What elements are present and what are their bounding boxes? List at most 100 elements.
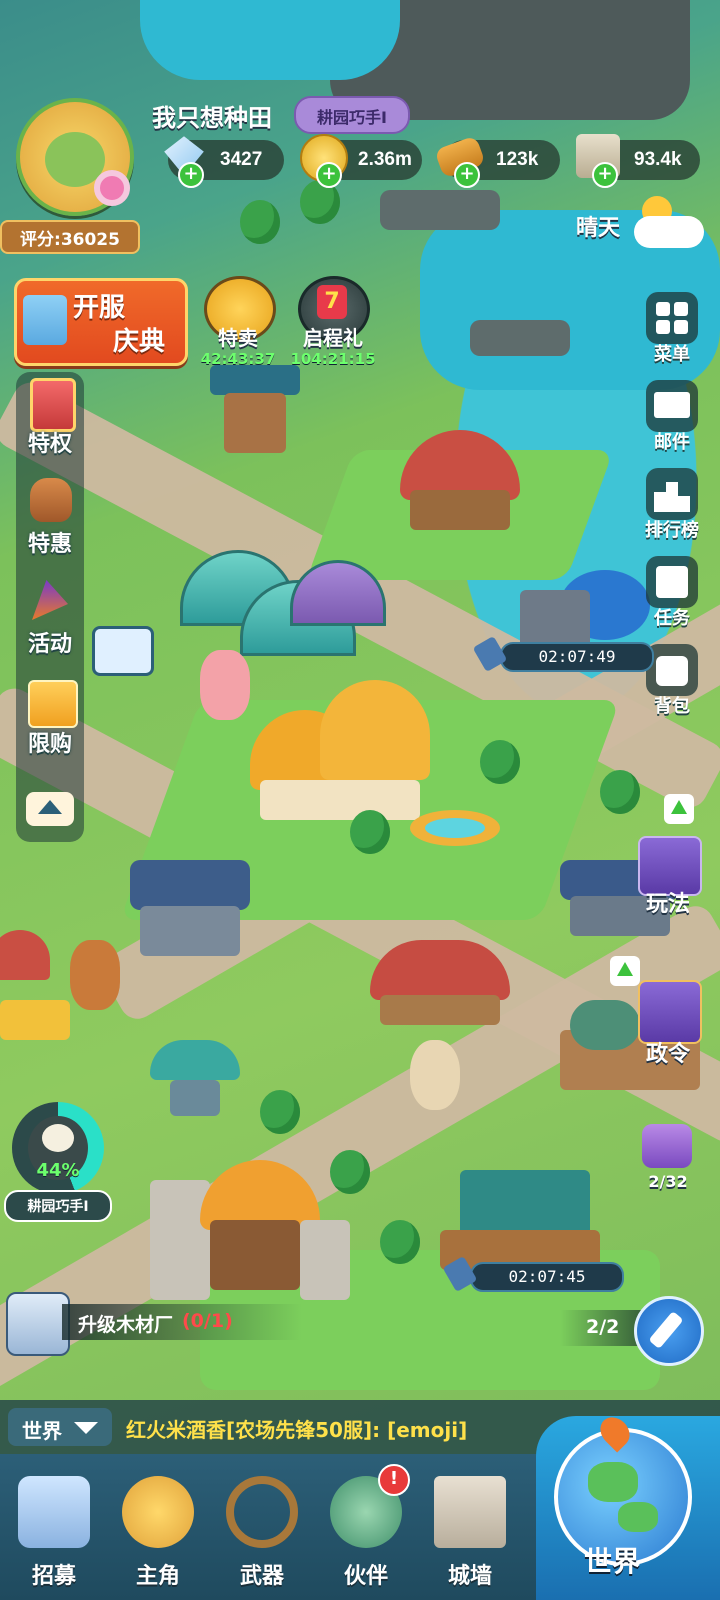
river: [140, 0, 400, 80]
gift-box-icon: [23, 295, 67, 345]
leaderboard-button[interactable]: 排行榜: [640, 464, 704, 544]
gameplay-button[interactable]: 玩法: [628, 794, 708, 926]
backpack-label: 背包: [654, 696, 690, 717]
build-queue[interactable]: 2/2: [560, 1296, 710, 1366]
avatar[interactable]: [16, 98, 134, 216]
smithy[interactable]: [130, 860, 250, 960]
weather-widget[interactable]: 晴天: [570, 196, 710, 252]
nav-recruit[interactable]: 招募: [4, 1454, 104, 1600]
resource-gem[interactable]: + 3427: [164, 136, 284, 188]
leaderboard-label: 排行榜: [645, 520, 699, 541]
player-name: 我只想种田: [152, 104, 272, 132]
farm-gate[interactable]: [150, 1160, 350, 1310]
main-house[interactable]: [250, 680, 430, 830]
gift-box-icon: [28, 680, 78, 728]
harp-icon: [18, 1476, 90, 1548]
progress-percent: 44%: [36, 1160, 80, 1181]
farm-market[interactable]: [400, 430, 520, 540]
nav-hero-label: 主角: [135, 1564, 180, 1589]
chat-message: 红火米酒香[农场先锋50服]: [emoji]: [126, 1418, 468, 1442]
gold-storage[interactable]: [0, 930, 70, 1050]
bow-icon: [226, 1476, 298, 1548]
umbrella-stall[interactable]: [150, 1040, 240, 1120]
special-sale-button[interactable]: 特卖 42:43:37: [196, 276, 280, 372]
villager-character[interactable]: [70, 940, 120, 1010]
special-sale-timer: 42:43:37: [200, 350, 276, 368]
building-timer: 02:07:45: [470, 1262, 624, 1292]
monitor-icon[interactable]: [92, 626, 154, 676]
tree: [330, 1150, 370, 1194]
add-gold-button[interactable]: +: [316, 162, 342, 188]
world-label: 世界: [584, 1545, 641, 1578]
mail-button[interactable]: 邮件: [640, 376, 704, 456]
resource-stone[interactable]: + 93.4k: [576, 134, 700, 188]
quest-scroll-icon: [6, 1292, 70, 1356]
nav-recruit-label: 招募: [31, 1564, 76, 1589]
crown-card-icon: [30, 378, 76, 432]
nav-partner[interactable]: ! 伙伴: [316, 1454, 416, 1600]
resource-wood[interactable]: + 123k: [434, 135, 560, 188]
progress-label: 耕园巧手Ⅰ: [27, 1199, 89, 1215]
collapse-menu-button[interactable]: [16, 772, 84, 840]
watering-can-button[interactable]: 2/32: [628, 1120, 708, 1200]
build-queue-count: 2/2: [586, 1316, 620, 1338]
nav-weapon[interactable]: 武器: [212, 1454, 312, 1600]
gold-value: 2.36m: [358, 149, 412, 170]
quest-tracker[interactable]: 升级木材厂 (0/1): [6, 1292, 306, 1356]
notice-board[interactable]: [210, 365, 300, 465]
notification-badge: !: [378, 1464, 410, 1496]
add-wood-button[interactable]: +: [454, 162, 480, 188]
build-hammer-button[interactable]: [634, 1296, 704, 1366]
resource-gold[interactable]: + 2.36m: [300, 134, 422, 188]
craft-shop[interactable]: [370, 940, 510, 1030]
add-stone-button[interactable]: +: [592, 162, 618, 188]
sun-cloud-icon: [634, 196, 704, 252]
discount-button[interactable]: 特惠: [16, 472, 84, 572]
discount-label: 特惠: [27, 532, 72, 557]
fountain[interactable]: [410, 790, 500, 850]
start-gift-timer: 104:21:15: [290, 350, 376, 368]
watering-can-icon: [642, 1124, 692, 1168]
chevron-down-icon: [74, 1422, 98, 1434]
nav-partner-label: 伙伴: [343, 1564, 388, 1589]
upgrade-arrow-icon: [664, 794, 694, 824]
start-gift-button[interactable]: 7 启程礼 104:21:15: [288, 276, 378, 372]
limited-buy-button[interactable]: 限购: [16, 672, 84, 772]
sheep-character[interactable]: [410, 1040, 460, 1110]
festival-banner[interactable]: 开服 庆典: [14, 278, 188, 366]
title-badge[interactable]: 耕园巧手Ⅰ: [294, 96, 410, 134]
nav-weapon-label: 武器: [239, 1564, 284, 1589]
gem-value: 3427: [220, 149, 263, 170]
start-gift-label: 启程礼: [303, 326, 363, 350]
progress-label-pill: 耕园巧手Ⅰ: [4, 1190, 112, 1222]
score-badge: 评分:36025: [0, 220, 140, 254]
world-button[interactable]: 世界: [536, 1411, 720, 1600]
building-timer-value: 02:07:49: [538, 647, 616, 666]
menu-button[interactable]: 菜单: [640, 288, 704, 368]
nav-wall[interactable]: 城墙: [420, 1454, 520, 1600]
privilege-button[interactable]: 特权: [16, 372, 84, 472]
building-timer: 02:07:49: [500, 642, 654, 672]
hammer-icon: [648, 1310, 684, 1350]
weather-label: 晴天: [576, 216, 621, 241]
envelope-icon: [646, 380, 698, 432]
special-sale-label: 特卖: [218, 326, 258, 350]
mastery-progress[interactable]: 44% 耕园巧手Ⅰ: [4, 1102, 112, 1222]
wall-icon: [434, 1476, 506, 1548]
nav-hero[interactable]: 主角: [108, 1454, 208, 1600]
gameplay-label: 玩法: [645, 892, 690, 917]
stone-path: [470, 320, 570, 356]
upgrade-arrow-icon: [610, 956, 640, 986]
notification-badge-text: !: [389, 1468, 399, 1489]
decree-button[interactable]: 政令: [610, 956, 708, 1070]
activity-button[interactable]: 活动: [16, 572, 84, 672]
fairy-character[interactable]: [200, 650, 250, 720]
tasks-button[interactable]: 任务: [640, 552, 704, 632]
chat-channel-select[interactable]: 世界: [8, 1408, 112, 1446]
building-timer-value: 02:07:45: [508, 1267, 586, 1286]
grid-menu-icon: [646, 292, 698, 344]
limited-buy-label: 限购: [27, 732, 72, 757]
left-menu: 特权 特惠 活动 限购: [16, 372, 84, 842]
quest-progress: (0/1): [182, 1310, 233, 1332]
add-gem-button[interactable]: +: [178, 162, 204, 188]
